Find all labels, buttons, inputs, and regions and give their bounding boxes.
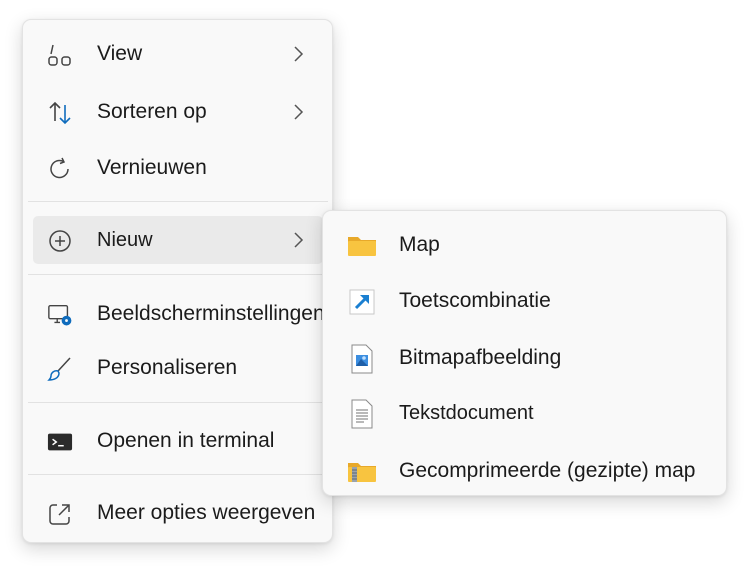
menu-item-display-settings[interactable]: Beeldscherminstellingen — [33, 290, 325, 338]
submenu-item-label: Bitmapafbeelding — [399, 346, 562, 369]
chevron-right-icon — [294, 104, 304, 120]
submenu-item-folder[interactable]: Map — [333, 221, 718, 269]
brush-icon — [47, 356, 73, 382]
view-icon — [47, 42, 73, 68]
chevron-right-icon — [294, 232, 304, 248]
menu-item-view[interactable]: View — [33, 30, 323, 78]
menu-item-new[interactable]: Nieuw — [33, 216, 323, 264]
share-open-icon — [47, 501, 73, 527]
menu-item-label: Vernieuwen — [97, 156, 207, 179]
submenu-item-bitmap[interactable]: Bitmapafbeelding — [333, 334, 718, 382]
separator — [28, 274, 328, 275]
submenu-item-label: Map — [399, 233, 440, 256]
context-menu: View Sorteren op Vernieuwen Nieuw Beelds… — [22, 19, 333, 543]
submenu-item-shortcut[interactable]: Toetscombinatie — [333, 277, 718, 325]
menu-item-label: Sorteren op — [97, 100, 207, 123]
menu-item-sort[interactable]: Sorteren op — [33, 88, 323, 136]
submenu-item-text-document[interactable]: Tekstdocument — [333, 389, 718, 437]
sort-icon — [47, 100, 73, 126]
add-circle-icon — [47, 228, 73, 254]
menu-item-label: Nieuw — [97, 229, 153, 251]
menu-item-label: Meer opties weergeven — [97, 501, 316, 524]
separator — [28, 474, 328, 475]
folder-icon — [347, 232, 377, 260]
submenu-item-label: Toetscombinatie — [399, 289, 551, 312]
new-submenu: Map Toetscombinatie Bitmapafbeelding Tek… — [322, 210, 727, 496]
zip-folder-icon — [347, 458, 377, 486]
submenu-item-zip-folder[interactable]: Gecomprimeerde (gezipte) map — [333, 447, 718, 495]
menu-item-more-options[interactable]: Meer opties weergeven — [33, 489, 323, 537]
menu-item-label: Beeldscherminstellingen — [97, 302, 325, 325]
menu-item-label: Openen in terminal — [97, 429, 275, 452]
shortcut-icon — [347, 288, 377, 316]
separator — [28, 402, 328, 403]
menu-item-open-terminal[interactable]: Openen in terminal — [33, 417, 323, 465]
menu-item-label: Personaliseren — [97, 356, 238, 379]
menu-item-refresh[interactable]: Vernieuwen — [33, 144, 323, 192]
menu-item-personalize[interactable]: Personaliseren — [33, 344, 323, 392]
terminal-icon — [47, 429, 73, 455]
submenu-item-label: Tekstdocument — [399, 402, 534, 424]
menu-item-label: View — [97, 42, 143, 65]
separator — [28, 201, 328, 202]
refresh-icon — [47, 156, 73, 182]
bitmap-image-icon — [347, 344, 377, 374]
chevron-right-icon — [294, 46, 304, 62]
submenu-item-label: Gecomprimeerde (gezipte) map — [399, 459, 696, 482]
display-settings-icon — [47, 302, 73, 328]
text-document-icon — [347, 399, 377, 429]
